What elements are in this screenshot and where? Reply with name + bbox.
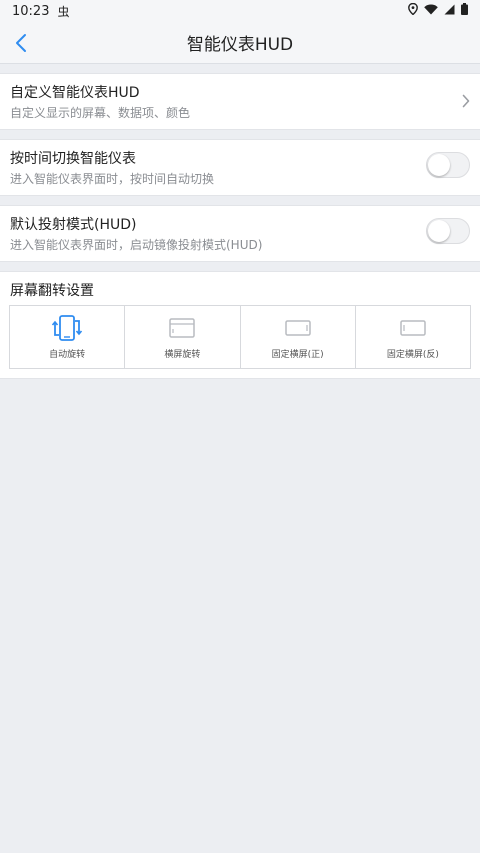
flip-option-landscape-fixed[interactable]: 固定横屏(正) bbox=[241, 306, 356, 368]
time-switch-subtitle: 进入智能仪表界面时，按时间自动切换 bbox=[10, 172, 215, 186]
notification-bug-icon: 虫 bbox=[57, 4, 70, 19]
location-icon bbox=[408, 2, 418, 19]
hud-default-subtitle: 进入智能仪表界面时，启动镜像投射模式(HUD) bbox=[10, 238, 263, 252]
toggle-knob bbox=[428, 154, 450, 176]
chevron-left-icon bbox=[16, 34, 26, 52]
flip-option-label: 固定横屏(反) bbox=[386, 349, 439, 360]
flip-option-label: 固定横屏(正) bbox=[271, 349, 324, 360]
hud-default-row: 默认投射模式(HUD) 进入智能仪表界面时，启动镜像投射模式(HUD) bbox=[0, 206, 480, 261]
hud-default-toggle[interactable] bbox=[426, 218, 470, 244]
toggle-knob bbox=[428, 220, 450, 242]
custom-hud-subtitle: 自定义显示的屏幕、数据项、颜色 bbox=[10, 106, 191, 120]
custom-hud-title: 自定义智能仪表HUD bbox=[10, 85, 140, 101]
hud-default-card: 默认投射模式(HUD) 进入智能仪表界面时，启动镜像投射模式(HUD) bbox=[0, 205, 480, 262]
nav-bar: 智能仪表HUD bbox=[0, 22, 480, 64]
custom-hud-row[interactable]: 自定义智能仪表HUD 自定义显示的屏幕、数据项、颜色 bbox=[0, 74, 480, 129]
screen-flip-title: 屏幕翻转设置 bbox=[10, 283, 94, 299]
status-time: 10:23 bbox=[12, 3, 50, 19]
time-switch-row: 按时间切换智能仪表 进入智能仪表界面时，按时间自动切换 bbox=[0, 140, 480, 195]
landscape-reverse-icon bbox=[400, 319, 426, 336]
flip-option-landscape-reverse[interactable]: 固定横屏(反) bbox=[356, 306, 470, 368]
time-switch-card: 按时间切换智能仪表 进入智能仪表界面时，按时间自动切换 bbox=[0, 139, 480, 196]
time-switch-toggle[interactable] bbox=[426, 152, 470, 178]
screen-flip-card: 屏幕翻转设置 自动旋转 横屏旋转 固定横屏(正) 固定横屏(反) bbox=[0, 271, 480, 379]
time-switch-title: 按时间切换智能仪表 bbox=[10, 151, 136, 167]
back-button[interactable] bbox=[6, 22, 36, 64]
status-bar: 10:23 虫 bbox=[0, 0, 480, 22]
flip-option-label: 横屏旋转 bbox=[164, 349, 201, 360]
landscape-fixed-icon bbox=[284, 319, 311, 336]
signal-icon bbox=[444, 4, 455, 19]
page-title: 智能仪表HUD bbox=[186, 35, 294, 55]
flip-option-landscape-rotate[interactable]: 横屏旋转 bbox=[125, 306, 241, 368]
flip-option-label: 自动旋转 bbox=[49, 349, 86, 360]
chevron-right-icon bbox=[462, 94, 470, 108]
hud-default-title: 默认投射模式(HUD) bbox=[10, 217, 137, 233]
auto-rotate-icon bbox=[52, 314, 83, 341]
landscape-rotate-icon bbox=[169, 317, 196, 338]
battery-icon bbox=[461, 3, 468, 19]
custom-hud-card: 自定义智能仪表HUD 自定义显示的屏幕、数据项、颜色 bbox=[0, 73, 480, 130]
screen-flip-options: 自动旋转 横屏旋转 固定横屏(正) 固定横屏(反) bbox=[9, 305, 471, 369]
wifi-icon bbox=[424, 4, 438, 19]
flip-option-auto-rotate[interactable]: 自动旋转 bbox=[10, 306, 126, 368]
